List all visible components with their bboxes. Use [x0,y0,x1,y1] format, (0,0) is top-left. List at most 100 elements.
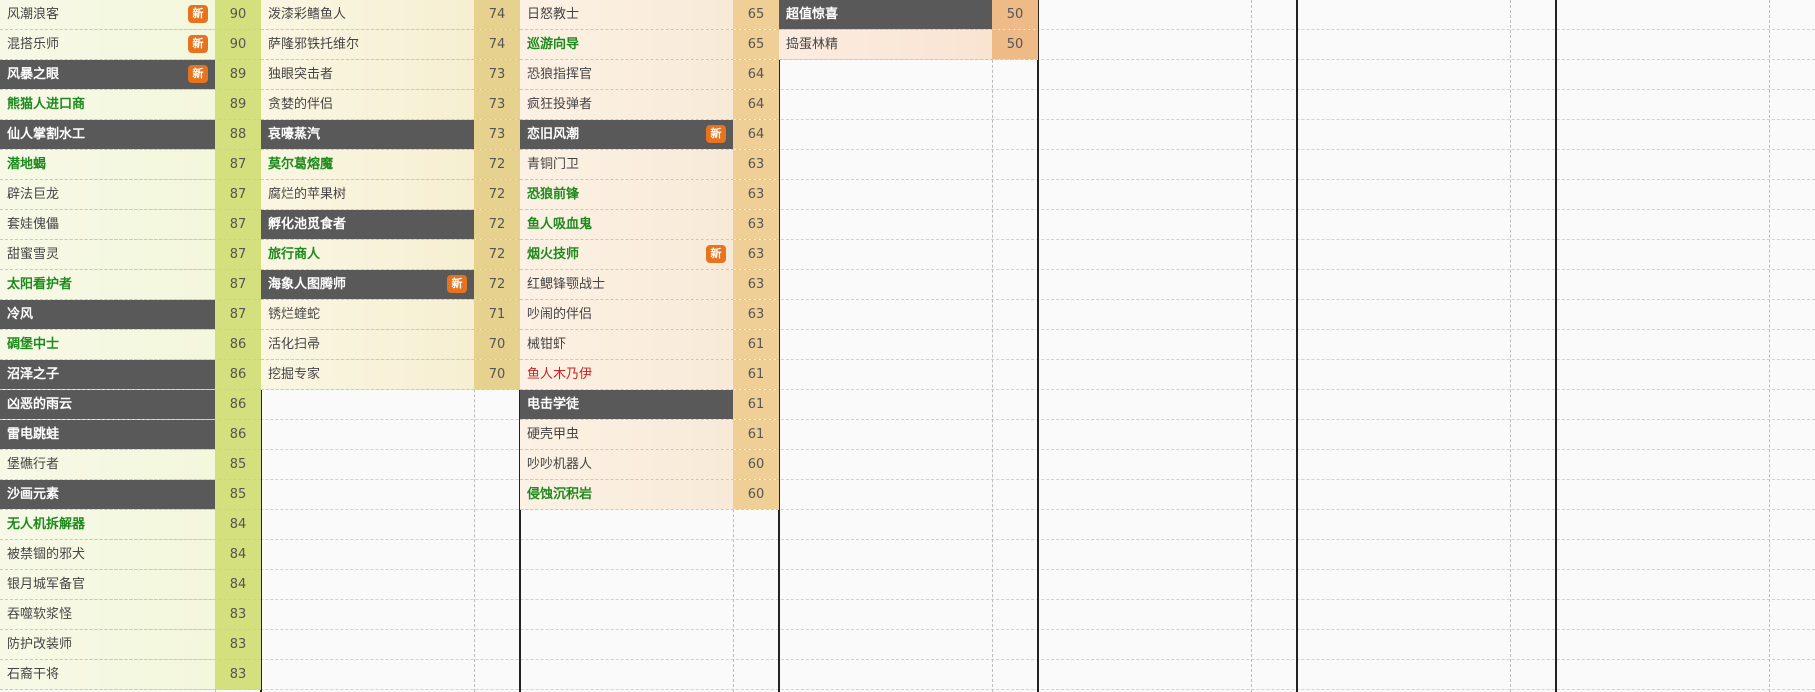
card-row[interactable]: 锈烂蝰蛇 71 [261,300,520,330]
card-name-cell[interactable]: 被禁锢的邪犬 [0,540,215,569]
card-row[interactable]: 萨隆邪铁托维尔 74 [261,30,520,60]
card-name-cell[interactable]: 腐烂的苹果树 [261,180,474,209]
card-name-cell[interactable]: 超值惊喜 [779,0,992,29]
card-row[interactable]: 碉堡中士 86 [0,330,261,360]
card-score-cell[interactable]: 88 [215,120,261,149]
card-name-cell[interactable]: 疯狂投弹者 [520,90,733,119]
card-row[interactable]: 风暴之眼新 89 [0,60,261,90]
card-row[interactable]: 恋旧风潮新 64 [520,120,779,150]
card-row[interactable]: 雷电跳蛙 86 [0,420,261,450]
card-score-cell[interactable]: 60 [733,450,779,479]
card-score-cell[interactable]: 86 [215,420,261,449]
card-name-cell[interactable]: 雷电跳蛙 [0,420,215,449]
card-name-cell[interactable]: 日怒教士 [520,0,733,29]
card-row[interactable]: 甜蜜雪灵 87 [0,240,261,270]
card-score-cell[interactable]: 87 [215,240,261,269]
card-score-cell[interactable]: 87 [215,300,261,329]
card-score-cell[interactable]: 83 [215,660,261,689]
card-name-cell[interactable]: 鱼人木乃伊 [520,360,733,389]
card-score-cell[interactable]: 64 [733,60,779,89]
card-name-cell[interactable]: 海象人图腾师 [261,270,474,299]
card-row[interactable]: 海象人图腾师新 72 [261,270,520,300]
card-row[interactable]: 孵化池觅食者 72 [261,210,520,240]
card-name-cell[interactable]: 捣蛋林精 [779,30,992,59]
card-name-cell[interactable]: 红鳃锋颚战士 [520,270,733,299]
card-score-cell[interactable]: 86 [215,390,261,419]
card-name-cell[interactable]: 碉堡中士 [0,330,215,359]
card-name-cell[interactable]: 仙人掌割水工 [0,120,215,149]
card-row[interactable]: 恐狼前锋 63 [520,180,779,210]
card-score-cell[interactable]: 90 [215,0,261,29]
card-name-cell[interactable]: 吵吵机器人 [520,450,733,479]
card-score-cell[interactable]: 86 [215,330,261,359]
card-name-cell[interactable]: 旅行商人 [261,240,474,269]
card-row[interactable]: 仙人掌割水工 88 [0,120,261,150]
card-name-cell[interactable]: 甜蜜雪灵 [0,240,215,269]
card-score-cell[interactable]: 74 [474,30,520,59]
card-row[interactable]: 电击学徒 61 [520,390,779,420]
card-name-cell[interactable]: 哀嚎蒸汽 [261,120,474,149]
card-row[interactable]: 防护改装师 83 [0,630,261,660]
card-name-cell[interactable]: 烟火技师 [520,240,733,269]
card-score-cell[interactable]: 85 [215,450,261,479]
card-score-cell[interactable]: 84 [215,510,261,539]
card-name-cell[interactable]: 无人机拆解器 [0,510,215,539]
card-score-cell[interactable]: 72 [474,270,520,299]
card-score-cell[interactable]: 90 [215,30,261,59]
card-name-cell[interactable]: 硬壳甲虫 [520,420,733,449]
card-row[interactable]: 莫尔葛熔魔 72 [261,150,520,180]
card-row[interactable]: 辟法巨龙 87 [0,180,261,210]
card-row[interactable]: 银月城军备官 84 [0,570,261,600]
card-name-cell[interactable]: 凶恶的雨云 [0,390,215,419]
card-score-cell[interactable]: 72 [474,210,520,239]
card-row[interactable]: 泼漆彩鳍鱼人 74 [261,0,520,30]
card-name-cell[interactable]: 恐狼指挥官 [520,60,733,89]
card-name-cell[interactable]: 泼漆彩鳍鱼人 [261,0,474,29]
card-score-cell[interactable]: 83 [215,630,261,659]
card-name-cell[interactable]: 巡游向导 [520,30,733,59]
card-score-cell[interactable]: 74 [474,0,520,29]
card-row[interactable]: 潜地蝎 87 [0,150,261,180]
card-row[interactable]: 套娃傀儡 87 [0,210,261,240]
card-score-cell[interactable]: 73 [474,120,520,149]
card-score-cell[interactable]: 87 [215,180,261,209]
card-name-cell[interactable]: 恐狼前锋 [520,180,733,209]
card-name-cell[interactable]: 青铜门卫 [520,150,733,179]
card-row[interactable]: 红鳃锋颚战士 63 [520,270,779,300]
card-row[interactable]: 哀嚎蒸汽 73 [261,120,520,150]
card-row[interactable]: 巡游向导 65 [520,30,779,60]
card-row[interactable]: 旅行商人 72 [261,240,520,270]
card-score-cell[interactable]: 60 [733,480,779,509]
card-name-cell[interactable]: 贪婪的伴侣 [261,90,474,119]
card-row[interactable]: 超值惊喜 50 [779,0,1038,30]
card-score-cell[interactable]: 72 [474,150,520,179]
card-name-cell[interactable]: 辟法巨龙 [0,180,215,209]
card-name-cell[interactable]: 石裔干将 [0,660,215,689]
card-score-cell[interactable]: 61 [733,360,779,389]
card-score-cell[interactable]: 73 [474,90,520,119]
card-row[interactable]: 无人机拆解器 84 [0,510,261,540]
card-name-cell[interactable]: 堡礁行者 [0,450,215,479]
card-score-cell[interactable]: 84 [215,540,261,569]
card-name-cell[interactable]: 活化扫帚 [261,330,474,359]
card-name-cell[interactable]: 独眼突击者 [261,60,474,89]
card-name-cell[interactable]: 银月城军备官 [0,570,215,599]
card-score-cell[interactable]: 89 [215,90,261,119]
card-name-cell[interactable]: 侵蚀沉积岩 [520,480,733,509]
card-row[interactable]: 贪婪的伴侣 73 [261,90,520,120]
card-score-cell[interactable]: 87 [215,270,261,299]
card-score-cell[interactable]: 61 [733,390,779,419]
card-name-cell[interactable]: 挖掘专家 [261,360,474,389]
card-name-cell[interactable]: 萨隆邪铁托维尔 [261,30,474,59]
card-score-cell[interactable]: 50 [992,0,1038,29]
card-score-cell[interactable]: 61 [733,420,779,449]
card-score-cell[interactable]: 70 [474,330,520,359]
card-score-cell[interactable]: 89 [215,60,261,89]
card-score-cell[interactable]: 87 [215,150,261,179]
card-name-cell[interactable]: 莫尔葛熔魔 [261,150,474,179]
card-name-cell[interactable]: 械钳虾 [520,330,733,359]
card-row[interactable]: 吵吵机器人 60 [520,450,779,480]
card-row[interactable]: 腐烂的苹果树 72 [261,180,520,210]
card-row[interactable]: 鱼人木乃伊 61 [520,360,779,390]
card-name-cell[interactable]: 套娃傀儡 [0,210,215,239]
